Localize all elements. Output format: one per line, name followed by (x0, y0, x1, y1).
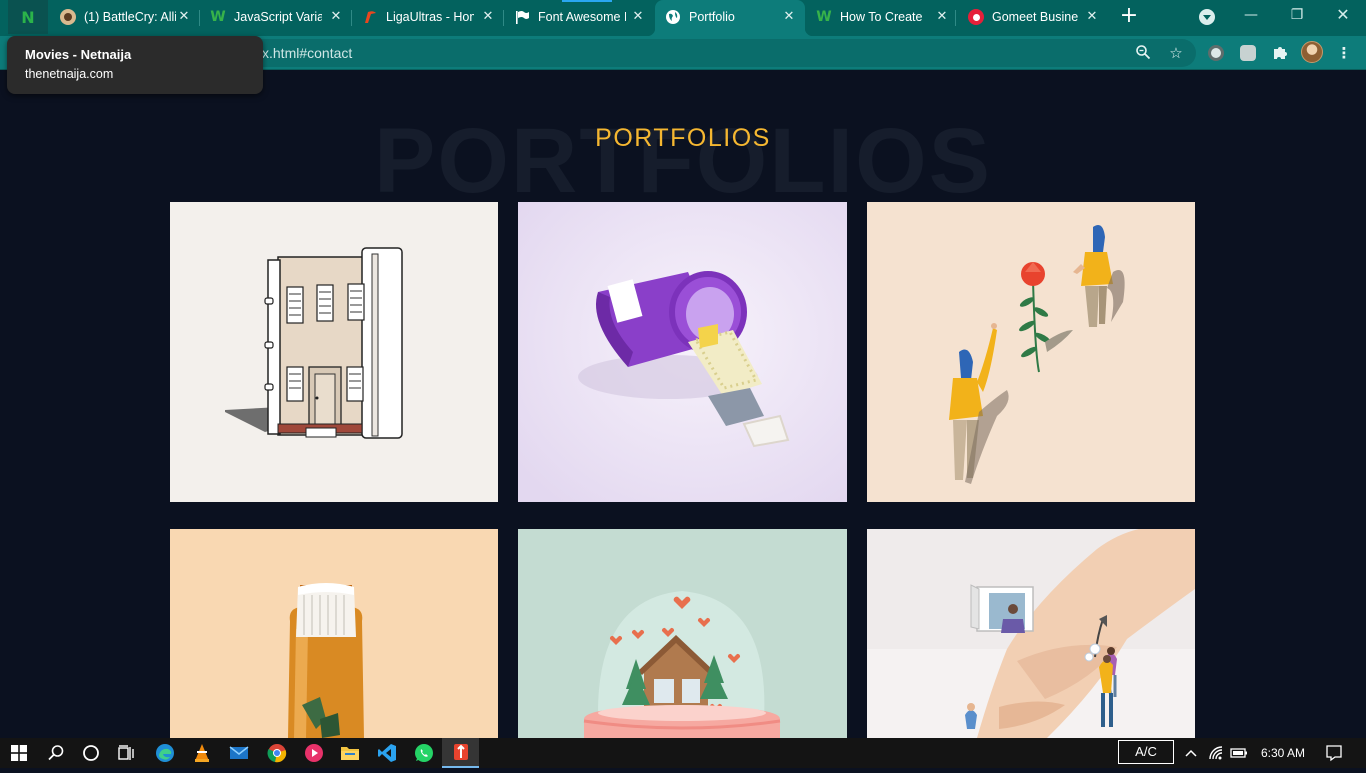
building-book-illustration (225, 247, 403, 439)
bookmark-star-icon[interactable]: ☆ (1167, 44, 1185, 62)
tab-separator (955, 10, 956, 26)
chrome-icon (266, 744, 286, 763)
close-tab-icon[interactable]: ✕ (630, 9, 646, 25)
close-tab-icon[interactable]: ✕ (480, 9, 496, 25)
close-tab-icon[interactable]: ✕ (176, 9, 192, 25)
tab-gomeet[interactable]: Gomeet Busines ✕ (958, 0, 1108, 34)
portfolio-item-figures[interactable] (867, 202, 1195, 502)
extensions-puzzle-icon[interactable] (1271, 44, 1289, 62)
menu-kebab-icon[interactable]: ⋮ (1335, 44, 1353, 62)
cortana-button[interactable] (72, 738, 109, 768)
taskbar-media-player[interactable] (295, 738, 332, 768)
taskbar-file-explorer[interactable] (331, 738, 368, 768)
folder-icon (340, 747, 359, 760)
profile-avatar[interactable] (1301, 41, 1323, 63)
minimize-icon[interactable]: — (1228, 0, 1274, 30)
tab-battlecry[interactable]: (1) BattleCry: Alli ✕ (50, 0, 200, 34)
show-hidden-icons-icon[interactable] (1184, 738, 1198, 768)
tab-netnaija[interactable]: N (8, 0, 48, 34)
hand-window-illustration (867, 529, 1195, 738)
taskbar-chrome[interactable] (258, 738, 295, 768)
tab-title: Font Awesome I (538, 10, 626, 24)
taskbar-active-app[interactable] (442, 738, 479, 768)
extension-db-icon[interactable] (1240, 45, 1256, 61)
gomeet-icon (968, 9, 984, 25)
tab-ligaultras[interactable]: LigaUltras - Hom ✕ (352, 0, 504, 34)
portfolio-item-hand-window[interactable] (867, 529, 1195, 738)
close-tab-icon[interactable]: ✕ (328, 9, 344, 25)
restore-icon[interactable]: ❐ (1274, 0, 1320, 30)
tab-strip: N (1) BattleCry: Alli ✕ W JavaScript Var… (0, 0, 1366, 36)
whatsapp-icon (414, 744, 433, 762)
battlecry-icon (60, 9, 76, 25)
new-tab-icon[interactable]: + (1118, 5, 1140, 28)
media-player-icon (304, 744, 323, 762)
medicine-bottle-illustration (170, 529, 498, 738)
tab-portfolio[interactable]: Portfolio ✕ (647, 0, 813, 36)
mail-icon (229, 746, 248, 759)
task-view-button[interactable] (107, 738, 144, 768)
task-view-icon (117, 745, 134, 760)
battery-icon[interactable] (1230, 738, 1248, 768)
close-window-icon[interactable]: ✕ (1320, 0, 1366, 30)
netnaija-icon: N (20, 7, 36, 27)
taskbar-vlc[interactable] (183, 738, 220, 768)
snow-globe-illustration (518, 529, 847, 738)
edge-icon (155, 744, 174, 762)
pill-bottle-illustration (518, 202, 847, 502)
taskbar-whatsapp[interactable] (405, 738, 442, 768)
tab-title: JavaScript Variab (234, 10, 322, 24)
tooltip-url: thenetnaija.com (25, 67, 114, 81)
search-icon (47, 745, 63, 761)
flag-icon (514, 9, 530, 25)
vlc-icon (194, 744, 209, 762)
tab-title: Portfolio (689, 10, 735, 24)
portfolio-item-building[interactable] (170, 202, 498, 502)
section-heading: PORTFOLIOS (595, 124, 771, 152)
close-tab-icon[interactable]: ✕ (934, 9, 950, 25)
tab-title: Gomeet Busines (992, 10, 1078, 24)
ligaultras-icon (362, 9, 378, 25)
taskbar-edge[interactable] (146, 738, 183, 768)
tab-title: LigaUltras - Hom (386, 10, 474, 24)
tab-font-awesome[interactable]: Font Awesome I ✕ (504, 0, 654, 34)
portfolio-item-pill-bottle[interactable] (518, 202, 847, 502)
loading-indicator (562, 0, 612, 2)
url-text[interactable]: x.html#contact (262, 45, 352, 61)
vscode-icon (377, 744, 396, 762)
windows-logo-icon (10, 745, 27, 761)
close-tab-icon[interactable]: ✕ (1084, 9, 1100, 25)
tab-title: (1) BattleCry: Alli (84, 10, 176, 24)
extension-circle-icon[interactable] (1208, 45, 1224, 61)
tab-javascript-variables[interactable]: W JavaScript Variab ✕ (200, 0, 352, 34)
globe-icon (665, 9, 681, 25)
zoom-icon[interactable] (1134, 44, 1152, 62)
taskbar-mail[interactable] (220, 738, 257, 768)
tab-how-to-create[interactable]: W How To Create a ✕ (806, 0, 956, 34)
w3-w-icon: W (210, 9, 226, 25)
windows-taskbar: A/C 6:30 AM (0, 738, 1366, 768)
figures-flower-illustration (949, 224, 1125, 484)
tab-search-icon[interactable] (1199, 9, 1215, 25)
wifi-icon[interactable] (1208, 738, 1226, 768)
tab-title: How To Create a (840, 10, 926, 24)
portfolio-item-medicine-bottle[interactable] (170, 529, 498, 738)
tooltip-title: Movies - Netnaija (25, 47, 132, 62)
portfolio-item-snow-globe[interactable] (518, 529, 847, 738)
notifications-icon[interactable] (1325, 738, 1343, 768)
tab-hover-tooltip: Movies - Netnaija thenetnaija.com (7, 36, 263, 94)
taskbar-vscode[interactable] (368, 738, 405, 768)
input-method-indicator[interactable]: A/C (1118, 740, 1174, 764)
taskbar-search-button[interactable] (37, 738, 74, 768)
cortana-icon (82, 745, 99, 761)
clock-time[interactable]: 6:30 AM (1261, 738, 1305, 768)
active-app-icon (453, 744, 468, 760)
w3-w-icon: W (816, 9, 832, 25)
portfolio-page: PORTFOLIOS PORTFOLIOS (0, 71, 1366, 738)
close-tab-icon[interactable]: ✕ (781, 9, 797, 25)
start-button[interactable] (0, 738, 37, 768)
